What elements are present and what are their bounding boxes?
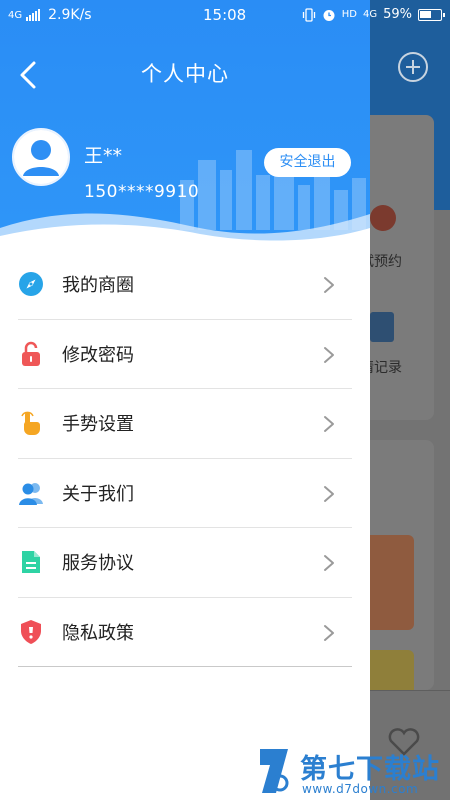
side-drawer: 个人中心 王** 150****9910 安全退出 我的商圈 修改密码 手势设置… xyxy=(0,0,370,800)
background-app: 试预约 请记录 xyxy=(370,0,450,800)
lock-icon xyxy=(18,341,44,367)
menu-item-label: 手势设置 xyxy=(62,414,134,436)
logout-button[interactable]: 安全退出 xyxy=(264,148,351,177)
chevron-right-icon xyxy=(324,555,334,571)
profile-header: 个人中心 王** 150****9910 安全退出 xyxy=(0,0,370,250)
watermark-text: 第七下载站 xyxy=(300,754,440,785)
network-type: 4G xyxy=(8,9,23,21)
background-tile xyxy=(370,650,414,695)
chevron-right-icon xyxy=(324,277,334,293)
document-icon xyxy=(370,312,394,342)
hand-pointer-icon xyxy=(18,410,44,436)
network-speed: 2.9K/s xyxy=(48,7,92,23)
battery-percent: 59% xyxy=(383,7,412,22)
status-right: HD 4G 59% xyxy=(302,7,445,22)
chevron-right-icon xyxy=(324,485,334,502)
menu-item-label: 我的商圈 xyxy=(62,275,134,297)
menu-item-privacy-policy[interactable]: 隐私政策 xyxy=(18,598,352,667)
status-left: 4G 2.9K/s xyxy=(8,7,92,23)
watermark: 第七下载站 www.d7down.com xyxy=(258,745,448,800)
menu-item-change-password[interactable]: 修改密码 xyxy=(18,320,352,389)
alarm-icon xyxy=(323,9,335,21)
compass-icon xyxy=(18,271,44,297)
battery-icon xyxy=(418,8,445,21)
vibrate-icon xyxy=(302,7,315,22)
user-icon xyxy=(14,130,68,184)
avatar[interactable] xyxy=(12,128,70,186)
menu-item-label: 修改密码 xyxy=(62,344,134,366)
wave-decoration xyxy=(0,213,370,250)
menu-item-service-agreement[interactable]: 服务协议 xyxy=(18,528,352,598)
alarm-clock-icon xyxy=(370,205,396,231)
hd-indicator: HD xyxy=(341,9,357,20)
network-type-2: 4G xyxy=(362,9,378,20)
menu-item-label: 服务协议 xyxy=(62,553,134,575)
add-icon xyxy=(398,52,428,82)
menu-item-business-circle[interactable]: 我的商圈 xyxy=(18,250,352,320)
chevron-right-icon xyxy=(324,346,334,363)
background-appointment-text: 试预约 xyxy=(370,254,402,270)
page-title: 个人中心 xyxy=(141,62,229,86)
document-icon xyxy=(18,549,44,575)
chevron-right-icon xyxy=(324,416,334,432)
background-record-text: 请记录 xyxy=(370,360,402,376)
watermark-logo-icon xyxy=(260,749,289,793)
battery-level xyxy=(420,10,431,18)
menu-item-about-us[interactable]: 关于我们 xyxy=(18,459,352,528)
shield-icon xyxy=(18,619,44,645)
menu-item-label: 关于我们 xyxy=(62,483,134,505)
status-bar: 4G 2.9K/s 15:08 HD 4G 59% xyxy=(0,0,450,32)
user-name: 王** xyxy=(84,145,123,167)
menu-item-label: 隐私政策 xyxy=(62,622,134,644)
signal-icon xyxy=(26,9,41,21)
watermark-url: www.d7down.com xyxy=(302,782,419,796)
status-time: 15:08 xyxy=(203,6,247,24)
user-phone: 150****9910 xyxy=(84,182,200,202)
menu-item-gesture-settings[interactable]: 手势设置 xyxy=(18,389,352,459)
background-tile xyxy=(370,535,414,630)
users-icon xyxy=(18,480,44,506)
menu-list: 我的商圈 修改密码 手势设置 关于我们 服务协议 隐私政策 xyxy=(0,250,370,667)
chevron-right-icon xyxy=(324,624,334,641)
